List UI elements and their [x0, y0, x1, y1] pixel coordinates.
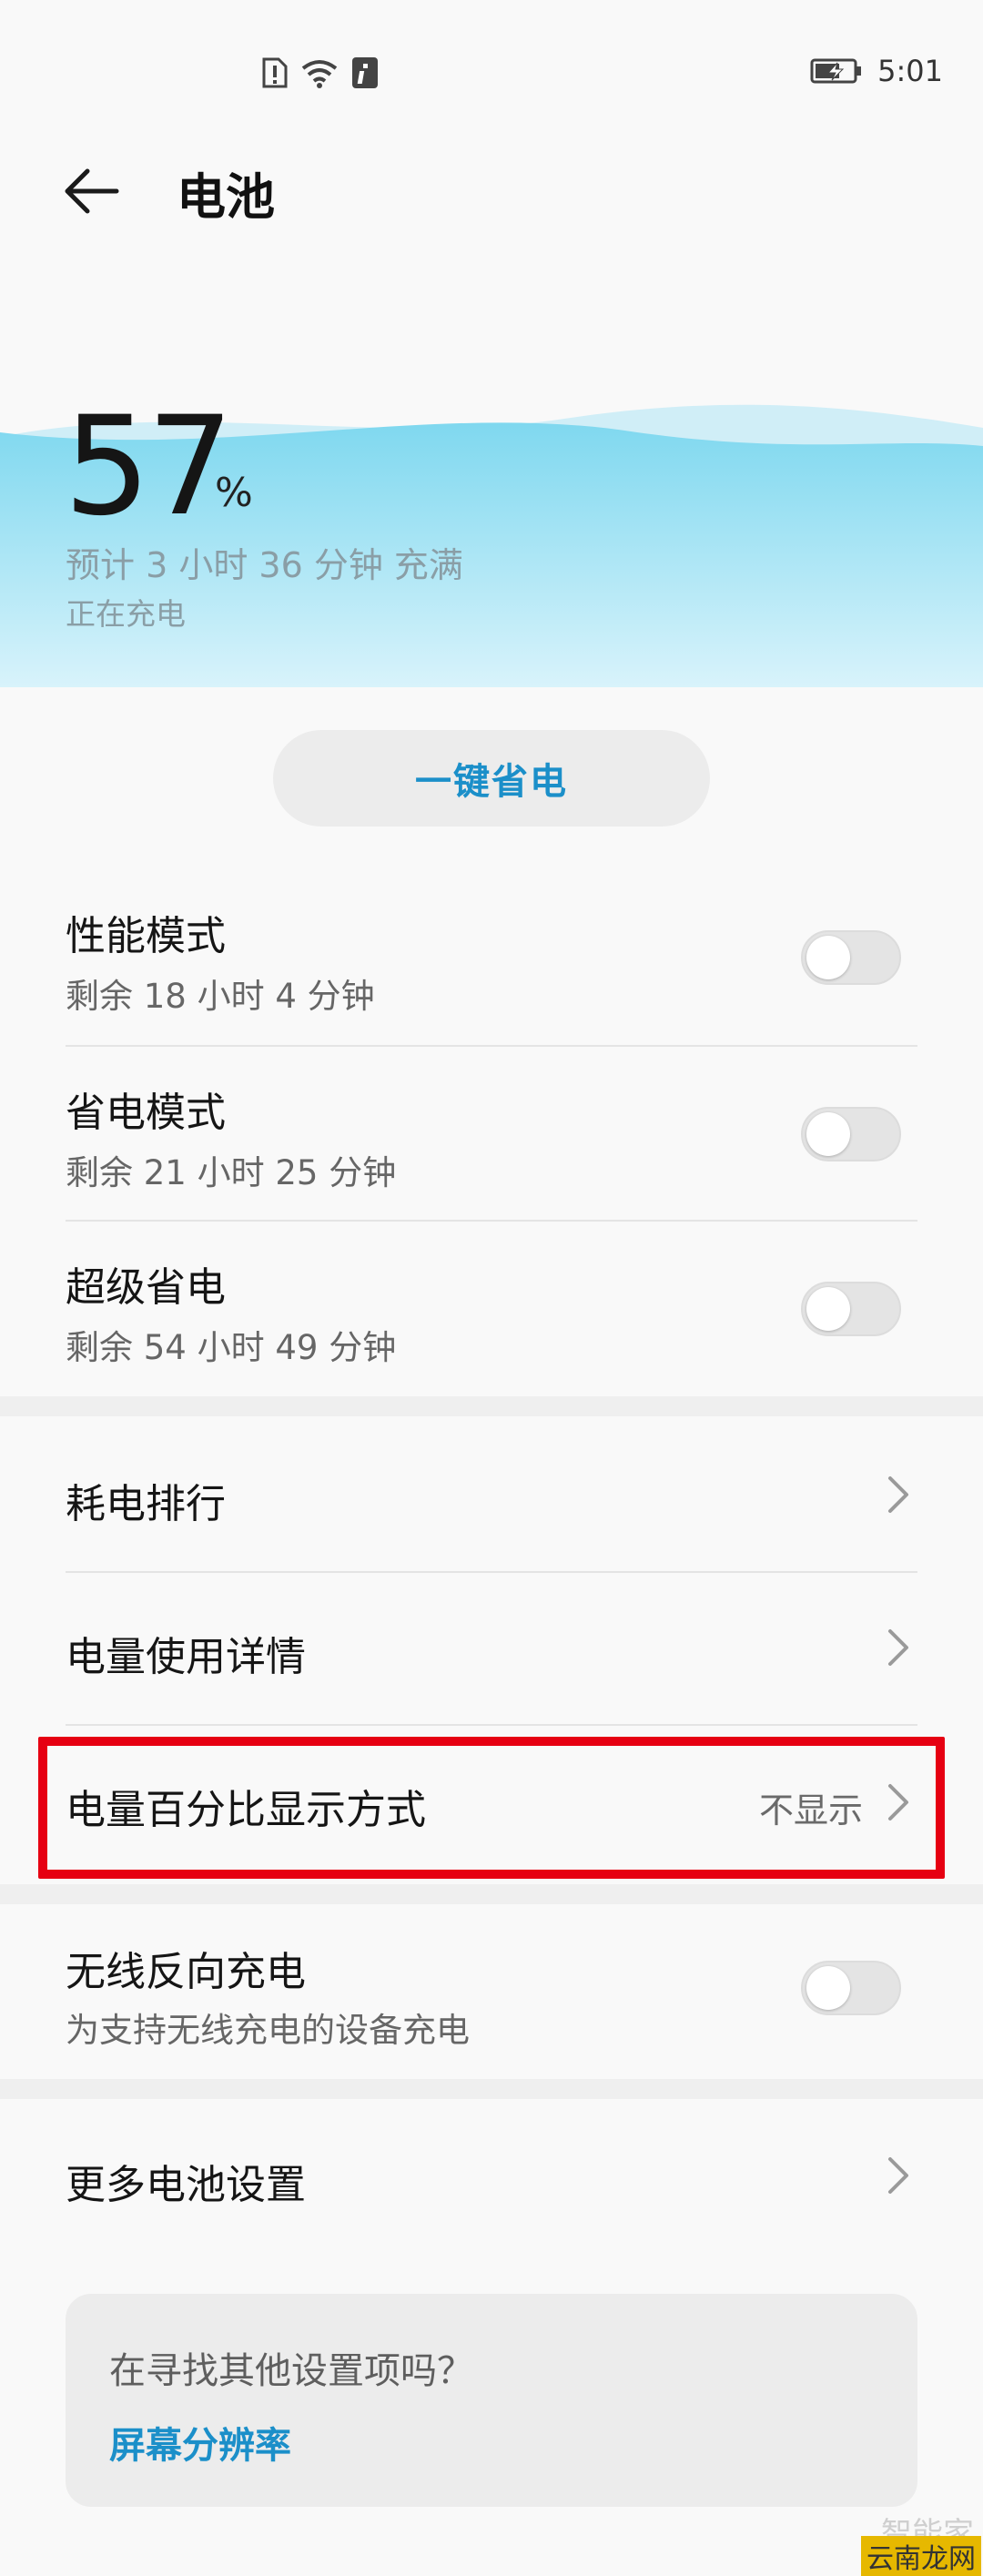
search-suggestion-question: 在寻找其他设置项吗？: [109, 2350, 473, 2392]
highlight-box: [38, 1737, 945, 1879]
toggle-knob: [806, 1112, 850, 1156]
performance-mode-toggle[interactable]: [801, 930, 901, 985]
screen-resolution-link[interactable]: 屏幕分辨率: [109, 2416, 291, 2469]
performance-mode-title: 性能模式: [66, 913, 226, 959]
charging-status: 正在充电: [66, 596, 186, 632]
chevron-right-icon: [888, 2157, 908, 2194]
info-icon: [352, 57, 378, 88]
section-gap: [0, 2079, 983, 2099]
divider: [66, 1571, 917, 1573]
watermark-logo: 云南龙网: [861, 2536, 981, 2576]
power-saving-mode-toggle[interactable]: [801, 1107, 901, 1161]
search-suggestion-card: [66, 2294, 917, 2507]
ultra-saving-toggle[interactable]: [801, 1282, 901, 1336]
ultra-saving-subtitle: 剩余 54 小时 49 分钟: [66, 1328, 397, 1367]
sim-alert-icon: [262, 57, 288, 88]
section-gap: [0, 1396, 983, 1416]
status-icons: [262, 55, 379, 91]
battery-percent-sign: %: [215, 470, 253, 516]
battery-percent: 57: [64, 388, 234, 546]
performance-mode-subtitle: 剩余 18 小时 4 分钟: [66, 977, 375, 1016]
ultra-saving-title: 超级省电: [66, 1264, 226, 1311]
more-battery-settings-item[interactable]: 更多电池设置: [66, 2152, 306, 2210]
toggle-knob: [806, 1966, 850, 2010]
back-button[interactable]: [56, 155, 129, 228]
divider: [66, 1724, 917, 1726]
usage-details-item[interactable]: 电量使用详情: [66, 1624, 306, 1682]
wireless-reverse-title: 无线反向充电: [66, 1949, 306, 1995]
status-right: 5:01: [810, 51, 943, 91]
power-saving-mode-title: 省电模式: [66, 1090, 226, 1136]
power-ranking-item[interactable]: 耗电排行: [66, 1471, 226, 1529]
page-title: 电池: [177, 168, 275, 226]
wifi-icon: [301, 60, 338, 88]
toggle-knob: [806, 1287, 850, 1331]
wireless-reverse-toggle[interactable]: [801, 1961, 901, 2015]
charge-estimate: 预计 3 小时 36 分钟 充满: [66, 545, 463, 585]
battery-charging-icon: [810, 58, 862, 84]
divider: [66, 1220, 917, 1222]
chevron-right-icon: [888, 1476, 908, 1513]
chevron-right-icon: [888, 1629, 908, 1666]
status-time: 5:01: [877, 54, 943, 88]
one-tap-save-button[interactable]: 一键省电: [273, 730, 710, 827]
power-saving-mode-subtitle: 剩余 21 小时 25 分钟: [66, 1153, 397, 1192]
toggle-knob: [806, 936, 850, 979]
section-gap: [0, 1884, 983, 1904]
wireless-reverse-subtitle: 为支持无线充电的设备充电: [66, 2011, 470, 2050]
divider: [66, 1045, 917, 1047]
back-arrow-icon: [65, 168, 119, 214]
